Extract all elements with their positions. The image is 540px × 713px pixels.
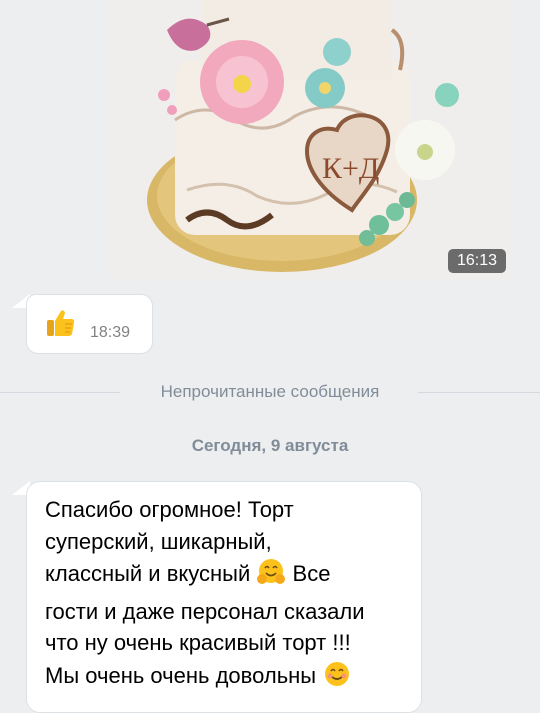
thumbs-up-emoji [45,307,77,344]
unread-messages-separator: Непрочитанные сообщения [0,380,540,406]
message-line-part: Все [292,561,331,586]
message-body: Спасибо огромное! Торт суперский, шикарн… [45,494,417,697]
message-line: гости и даже персонал сказали [45,598,365,624]
cake-monogram: К+Д [322,152,379,185]
thumbs-up-message[interactable]: 18:39 [26,294,153,354]
message-line-part: Мы очень очень довольны [45,662,317,688]
photo-message[interactable]: К+Д 16:13 [107,0,514,281]
photo-timestamp: 16:13 [447,249,506,273]
message-line: Мы очень очень довольны [45,659,417,698]
hugging-face-emoji [256,557,286,596]
message-line: что ну очень красивый торт !!! [45,630,351,655]
date-separator: Сегодня, 9 августа [191,436,349,455]
text-message[interactable]: Спасибо огромное! Торт суперский, шикарн… [26,481,422,713]
message-line: суперский, шикарный, [45,528,272,554]
message-timestamp: 18:39 [90,324,131,341]
message-line-part: классный и вкусный [45,561,251,586]
cake-photo[interactable]: К+Д [107,0,514,281]
smiling-face-emoji [322,659,352,698]
message-line: классный и вкусный Все [45,557,417,596]
separator-line [418,392,540,393]
message-line: Спасибо огромное! Торт [45,497,294,522]
